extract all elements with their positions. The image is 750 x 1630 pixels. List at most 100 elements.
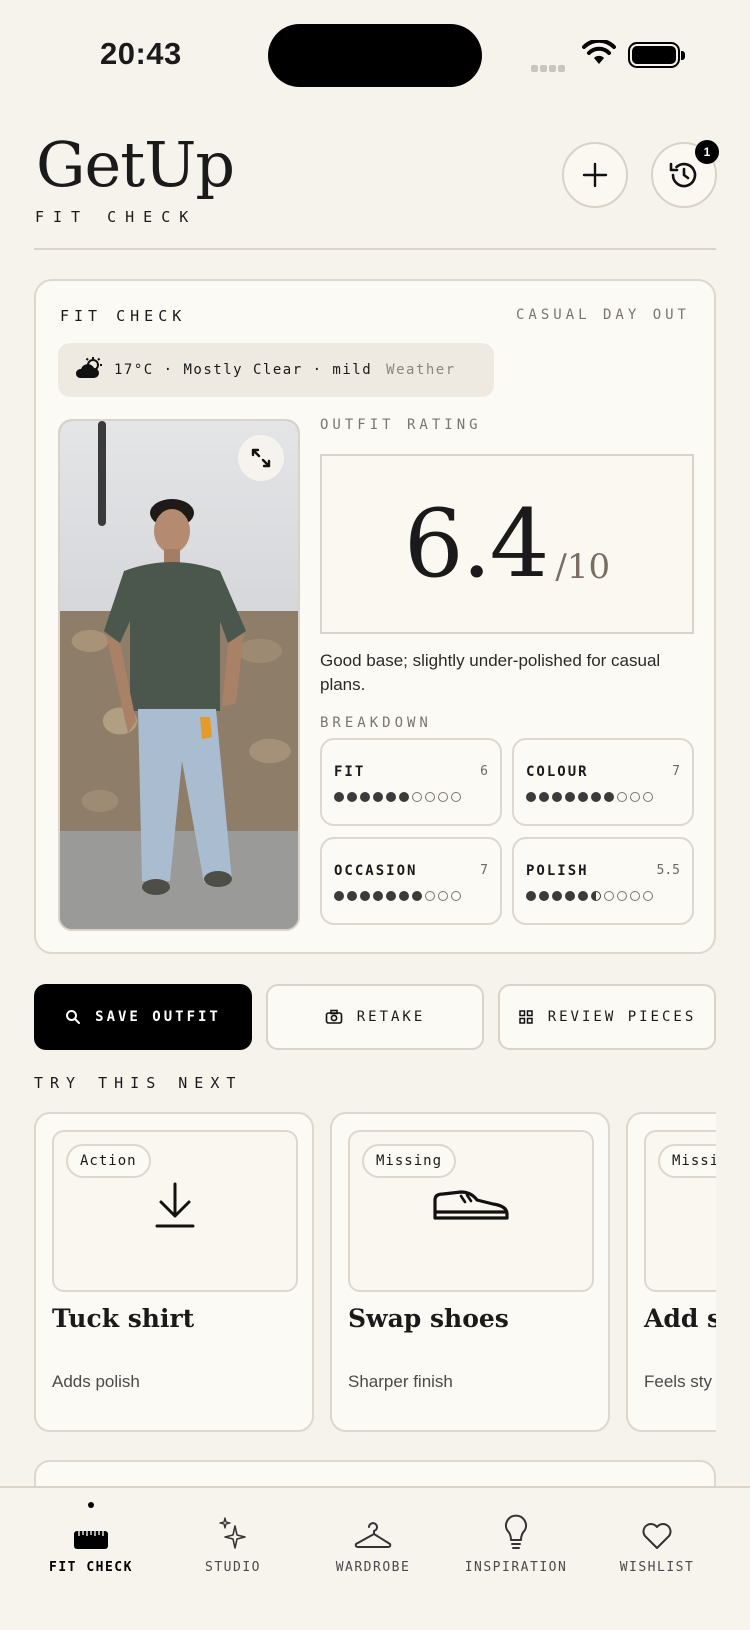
review-pieces-button[interactable]: REVIEW PIECES [498,984,716,1050]
rating-dot [578,792,588,802]
dynamic-island [268,24,482,87]
try-next-heading: TRY THIS NEXT [34,1074,243,1092]
metric-polish: POLISH 5.5 [512,837,694,925]
tab-studio[interactable]: STUDIO [158,1488,308,1630]
suggestion-card[interactable]: Missing Add st Feels sty [626,1112,716,1432]
metric-value: 7 [480,863,488,878]
sparkles-icon [219,1517,246,1549]
history-badge: 1 [695,140,719,164]
suggestion-tag: Missing [362,1144,457,1178]
rating-dot [578,891,588,901]
add-button[interactable] [562,142,628,208]
metric-value: 7 [672,764,680,779]
tab-inspiration[interactable]: INSPIRATION [441,1488,591,1630]
suggestion-desc: Sharper finish [348,1372,453,1391]
rating-dot [526,891,536,901]
tab-label: WISHLIST [619,1560,695,1575]
metric-name: COLOUR [526,764,589,780]
rating-dot [643,792,653,802]
partly-cloudy-icon [74,357,104,383]
rating-dot [565,792,575,802]
rating-dot [591,891,601,901]
suggestion-thumb: Missing [348,1130,594,1292]
rating-dot [347,792,357,802]
status-bar: 20:43 [0,0,750,110]
suggestion-thumb: Action [52,1130,298,1292]
card-title: FIT CHECK [60,307,187,325]
suggestion-card[interactable]: Action Tuck shirt Adds polish [34,1112,314,1432]
tab-label: WARDROBE [335,1560,411,1575]
rating-dot [373,891,383,901]
rating-max: /10 [555,547,611,587]
rating-dot [451,792,461,802]
rating-dot [438,891,448,901]
tab-label: STUDIO [205,1560,261,1575]
retake-button[interactable]: RETAKE [266,984,484,1050]
rating-dot [552,792,562,802]
rating-dot [643,891,653,901]
rating-dot [604,891,614,901]
suggestion-title: Add st [644,1304,716,1333]
suggestion-carousel[interactable]: Action Tuck shirt Adds polish Missing Sw… [34,1112,716,1434]
rating-label: OUTFIT RATING [320,417,482,433]
rating-dot [386,891,396,901]
heart-icon [642,1523,672,1549]
rating-box: 6.4 /10 [320,454,694,634]
wifi-icon [582,38,616,71]
plus-icon [582,162,608,188]
metric-value: 6 [480,764,488,779]
tab-wishlist[interactable]: WISHLIST [582,1488,732,1630]
header-divider [34,248,716,250]
breakdown-label: BREAKDOWN [320,715,432,731]
page-subtitle: FIT CHECK [35,208,198,226]
rating-dot [412,792,422,802]
weather-text: 17°C · Mostly Clear · mild [114,362,373,378]
expand-photo-button[interactable] [238,435,284,481]
app-brand: GetUp [36,128,235,201]
weather-label: Weather [386,362,456,378]
rating-score: 6.4 [403,489,549,599]
rating-dot [360,891,370,901]
cellular-signal-icon [531,59,567,77]
rating-dot [334,792,344,802]
tab-label: INSPIRATION [464,1560,568,1575]
grid-icon [518,1010,533,1024]
outfit-photo[interactable] [58,419,300,931]
occasion-label: CASUAL DAY OUT [515,307,690,323]
tab-wardrobe[interactable]: WARDROBE [298,1488,448,1630]
rating-dot [438,792,448,802]
suggestion-title: Swap shoes [348,1304,509,1333]
rating-dot [526,792,536,802]
rating-dot [630,891,640,901]
rating-dot [604,792,614,802]
active-indicator [88,1502,94,1508]
rating-verdict: Good base; slightly under-polished for c… [320,651,661,694]
metric-colour: COLOUR 7 [512,738,694,826]
scanner-icon [74,1531,108,1549]
tab-bar: FIT CHECK STUDIO WARDROBE INSPIRATION WI… [0,1486,750,1630]
rating-dot [617,792,627,802]
suggestion-thumb: Missing [644,1130,716,1292]
metric-name: OCCASION [334,863,418,879]
review-pieces-label: REVIEW PIECES [547,1009,697,1025]
hanger-icon [354,1522,392,1548]
save-outfit-button[interactable]: SAVE OUTFIT [34,984,252,1050]
battery-icon [628,42,685,68]
history-button[interactable]: 1 [651,140,719,208]
rating-dot [425,891,435,901]
rating-dot [565,891,575,901]
sneaker-icon [433,1190,509,1220]
suggestion-title: Tuck shirt [52,1304,195,1333]
suggestion-card[interactable]: Missing Swap shoes Sharper finish [330,1112,610,1432]
metric-name: POLISH [526,863,589,879]
rating-dot [399,891,409,901]
metric-fit: FIT 6 [320,738,502,826]
rating-dot [399,792,409,802]
person-figure [104,499,246,895]
save-outfit-label: SAVE OUTFIT [95,1009,221,1025]
suggestion-desc: Feels sty [644,1372,713,1391]
tab-label: FIT CHECK [49,1560,133,1575]
tab-fit-check[interactable]: FIT CHECK [16,1488,166,1630]
suggestion-tag: Missing [658,1144,716,1178]
weather-pill: 17°C · Mostly Clear · mild Weather [58,343,494,397]
